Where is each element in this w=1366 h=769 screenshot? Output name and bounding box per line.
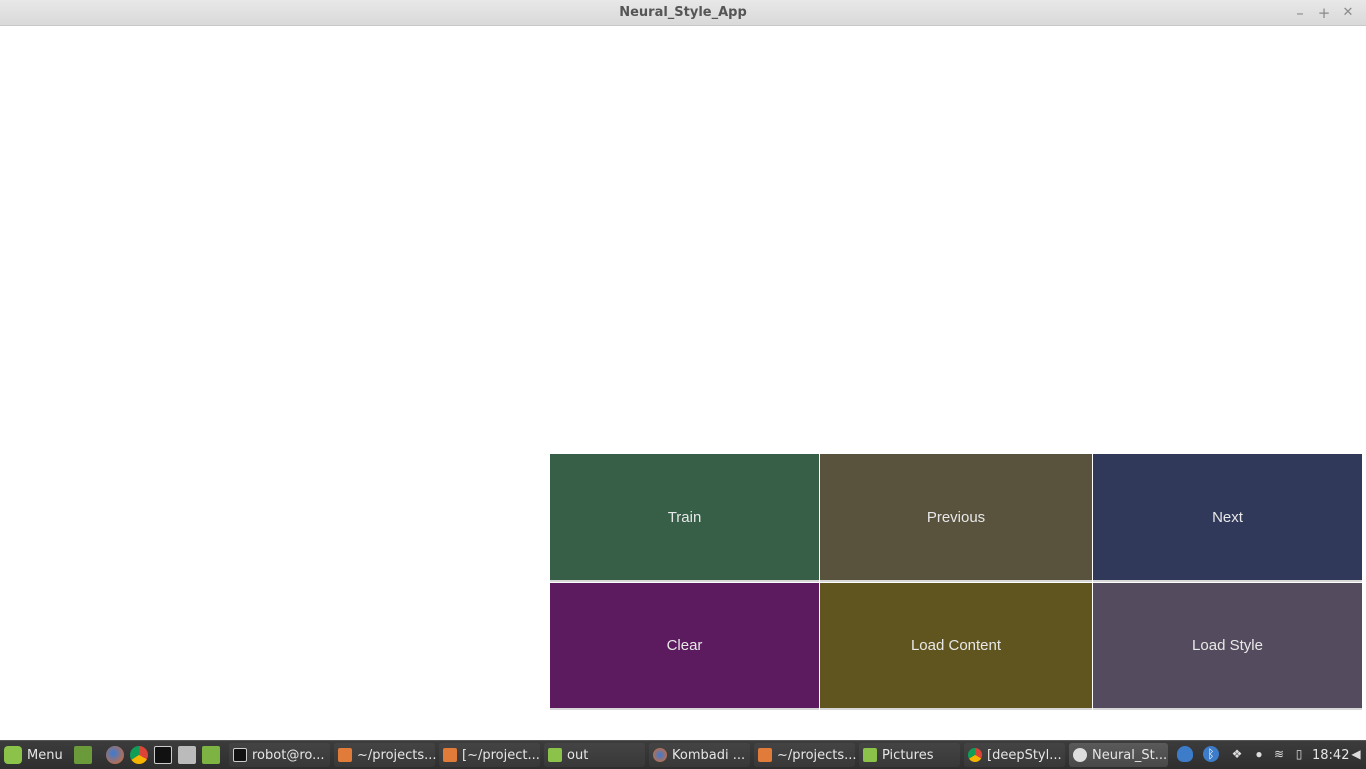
chrome-icon[interactable]: [130, 746, 148, 764]
terminal-icon[interactable]: [154, 746, 172, 764]
taskbar-window-out[interactable]: out: [544, 743, 645, 767]
load-content-button[interactable]: Load Content: [820, 583, 1092, 710]
wifi-icon[interactable]: ≋: [1271, 746, 1287, 762]
taskbar-window-sublime-2[interactable]: [~/project...: [439, 743, 540, 767]
taskbar-window-sublime-1[interactable]: ~/projects...: [334, 743, 437, 767]
taskbar-window-label: Neural_St...: [1092, 747, 1168, 763]
taskbar-window-chrome[interactable]: [deepStyl...: [964, 743, 1065, 767]
firefox-icon: [653, 748, 667, 762]
taskbar-window-sublime-3[interactable]: ~/projects...: [754, 743, 857, 767]
control-button-grid: Train Previous Next Clear Load Content L…: [550, 454, 1362, 710]
menu-label: Menu: [27, 747, 63, 763]
taskbar-window-label: ~/projects...: [357, 747, 437, 763]
show-desktop-icon[interactable]: [74, 746, 92, 764]
train-button[interactable]: Train: [550, 454, 819, 582]
window-title: Neural_Style_App: [619, 5, 747, 20]
menu-button[interactable]: Menu: [4, 743, 63, 767]
clock[interactable]: 18:42: [1312, 743, 1349, 767]
taskbar-window-label: Kombadi ...: [672, 747, 746, 763]
folder-icon: [863, 748, 877, 762]
taskbar-window-terminal[interactable]: robot@ro...: [229, 743, 330, 767]
chrome-icon: [968, 748, 982, 762]
close-button[interactable]: ✕: [1339, 4, 1357, 22]
next-button-label: Next: [1212, 508, 1243, 526]
load-style-button-label: Load Style: [1192, 637, 1263, 654]
clear-button-label: Clear: [666, 637, 703, 654]
camera-icon[interactable]: [178, 746, 196, 764]
firefox-icon[interactable]: [106, 746, 124, 764]
minimize-button[interactable]: –: [1291, 4, 1309, 22]
terminal-icon: [233, 748, 247, 762]
train-button-label: Train: [667, 508, 702, 526]
taskbar-window-firefox[interactable]: Kombadi ...: [649, 743, 750, 767]
battery-icon[interactable]: ▯: [1291, 746, 1307, 762]
previous-button[interactable]: Previous: [820, 454, 1092, 582]
taskbar-window-neural-style[interactable]: Neural_St...: [1069, 743, 1168, 767]
mint-logo-icon: [4, 746, 22, 764]
load-style-button[interactable]: Load Style: [1093, 583, 1362, 710]
files-icon[interactable]: [202, 746, 220, 764]
sublime-icon: [758, 748, 772, 762]
user-icon[interactable]: ●: [1251, 746, 1267, 762]
window-titlebar: Neural_Style_App – + ✕: [0, 0, 1366, 26]
taskbar-window-label: [~/project...: [462, 747, 540, 763]
taskbar-window-label: out: [567, 747, 589, 763]
sublime-icon: [443, 748, 457, 762]
maximize-button[interactable]: +: [1315, 4, 1333, 22]
volume-icon[interactable]: ◀: [1348, 746, 1364, 762]
folder-icon: [548, 748, 562, 762]
taskbar: Menu robot@ro... ~/projects... [~/projec…: [0, 740, 1366, 769]
shield-icon[interactable]: [1177, 746, 1193, 762]
taskbar-window-pictures[interactable]: Pictures: [859, 743, 960, 767]
dropbox-icon[interactable]: ❖: [1229, 746, 1245, 762]
taskbar-window-label: ~/projects...: [777, 747, 857, 763]
bluetooth-icon[interactable]: ᛒ: [1203, 746, 1219, 762]
taskbar-window-label: robot@ro...: [252, 747, 325, 763]
sublime-icon: [338, 748, 352, 762]
taskbar-window-label: Pictures: [882, 747, 934, 763]
taskbar-window-label: [deepStyl...: [987, 747, 1062, 763]
next-button[interactable]: Next: [1093, 454, 1362, 582]
clear-button[interactable]: Clear: [550, 583, 819, 710]
app-icon: [1073, 748, 1087, 762]
load-content-button-label: Load Content: [910, 637, 1002, 654]
previous-button-label: Previous: [926, 508, 986, 526]
